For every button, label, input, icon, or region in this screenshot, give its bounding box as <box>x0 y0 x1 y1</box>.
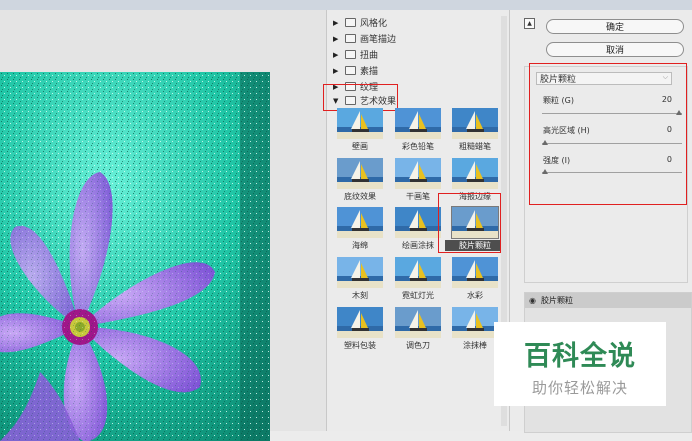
filter-thumbnail-label: 壁画 <box>352 142 368 151</box>
filter-thumbnail[interactable] <box>452 257 498 288</box>
intensity-label: 强度 (I) <box>543 156 571 165</box>
folder-icon <box>345 50 356 59</box>
filter-thumbnail-label: 木刻 <box>352 291 368 300</box>
highlight-area-slider-thumb[interactable] <box>542 140 548 145</box>
category-distort[interactable]: ▶ 扭曲 <box>333 48 378 61</box>
preview-image <box>0 72 270 441</box>
category-brush-strokes[interactable]: ▶ 画笔描边 <box>333 32 396 45</box>
filter-thumbnail-label: 霓虹灯光 <box>402 291 434 300</box>
filter-thumbnail-label: 胶片颗粒 <box>445 240 505 251</box>
filter-gallery: ▶ 风格化 ▶ 画笔描边 ▶ 扭曲 ▶ 素描 ▶ 纹理 ▼ 艺术效果 壁画 彩色铅… <box>323 10 510 431</box>
filter-thumbnail[interactable] <box>337 307 383 338</box>
folder-icon <box>345 82 356 91</box>
filter-thumbnail[interactable] <box>452 108 498 139</box>
watermark-title: 百科全说 <box>524 341 636 372</box>
grain-value[interactable]: 20 <box>662 95 672 104</box>
folder-icon <box>345 34 356 43</box>
filter-thumbnail-label: 干画笔 <box>406 192 430 201</box>
filter-thumbnail[interactable] <box>395 108 441 139</box>
filter-thumbnail[interactable] <box>395 307 441 338</box>
category-texture[interactable]: ▶ 纹理 <box>333 80 378 93</box>
filter-thumbnail-label: 绘画涂抹 <box>402 241 434 250</box>
cancel-button[interactable]: 取消 <box>546 42 684 57</box>
filter-thumbnail-label: 海报边缘 <box>459 192 491 201</box>
collapsed-arrow-icon: ▶ <box>333 34 339 43</box>
filter-thumbnail-label: 彩色铅笔 <box>402 142 434 151</box>
collapsed-arrow-icon: ▶ <box>333 50 339 59</box>
intensity-slider-thumb[interactable] <box>542 169 548 174</box>
filter-thumbnail-label: 水彩 <box>467 291 483 300</box>
folder-icon <box>345 96 356 105</box>
filter-thumbnail[interactable] <box>337 158 383 189</box>
collapsed-arrow-icon: ▶ <box>333 82 339 91</box>
collapsed-arrow-icon: ▶ <box>333 66 339 75</box>
filter-thumbnail[interactable] <box>337 257 383 288</box>
category-stylize[interactable]: ▶ 风格化 <box>333 16 387 29</box>
expanded-arrow-icon: ▼ <box>333 96 339 105</box>
collapse-panel-icon[interactable]: ▲ <box>524 18 535 29</box>
filter-thumbnail-label: 调色刀 <box>406 341 430 350</box>
filter-thumbnail-label: 粗糙蜡笔 <box>459 142 491 151</box>
filter-thumbnail[interactable] <box>395 207 441 238</box>
watermark: 百科全说 助你轻松解决 <box>494 322 666 406</box>
watermark-subtitle: 助你轻松解决 <box>531 379 628 397</box>
chevron-down-icon: ⌵ <box>662 73 668 81</box>
effect-layer-row[interactable]: ◉ 胶片颗粒 <box>525 293 691 308</box>
ok-button[interactable]: 确定 <box>546 19 684 34</box>
collapsed-arrow-icon: ▶ <box>333 18 339 27</box>
filter-thumbnail[interactable] <box>452 307 498 338</box>
intensity-slider[interactable] <box>542 169 682 174</box>
filter-thumbnail-label: 底纹效果 <box>344 192 376 201</box>
filter-select[interactable]: 胶片颗粒 ⌵ <box>536 72 672 85</box>
filter-thumbnail[interactable] <box>337 207 383 238</box>
filter-thumbnail[interactable] <box>337 108 383 139</box>
category-sketch[interactable]: ▶ 素描 <box>333 64 378 77</box>
intensity-value[interactable]: 0 <box>667 155 672 164</box>
highlight-area-value[interactable]: 0 <box>667 125 672 134</box>
grain-label: 颗粒 (G) <box>543 96 574 105</box>
grain-slider[interactable] <box>542 110 682 115</box>
filter-thumbnail[interactable] <box>452 158 498 189</box>
window-top-bar <box>0 0 692 10</box>
filter-thumbnail-label: 塑料包装 <box>344 341 376 350</box>
highlight-area-label: 高光区域 (H) <box>543 126 590 135</box>
filter-thumbnail[interactable] <box>395 158 441 189</box>
filter-thumbnail-label: 海绵 <box>352 241 368 250</box>
filter-thumbnail[interactable] <box>395 257 441 288</box>
folder-icon <box>345 66 356 75</box>
eye-icon[interactable]: ◉ <box>529 296 536 305</box>
preview-area[interactable] <box>0 10 327 441</box>
highlight-area-slider[interactable] <box>542 140 682 145</box>
folder-icon <box>345 18 356 27</box>
category-artistic[interactable]: ▼ 艺术效果 <box>333 94 396 107</box>
grain-slider-thumb[interactable] <box>676 110 682 115</box>
filter-thumbnail[interactable] <box>451 206 499 239</box>
